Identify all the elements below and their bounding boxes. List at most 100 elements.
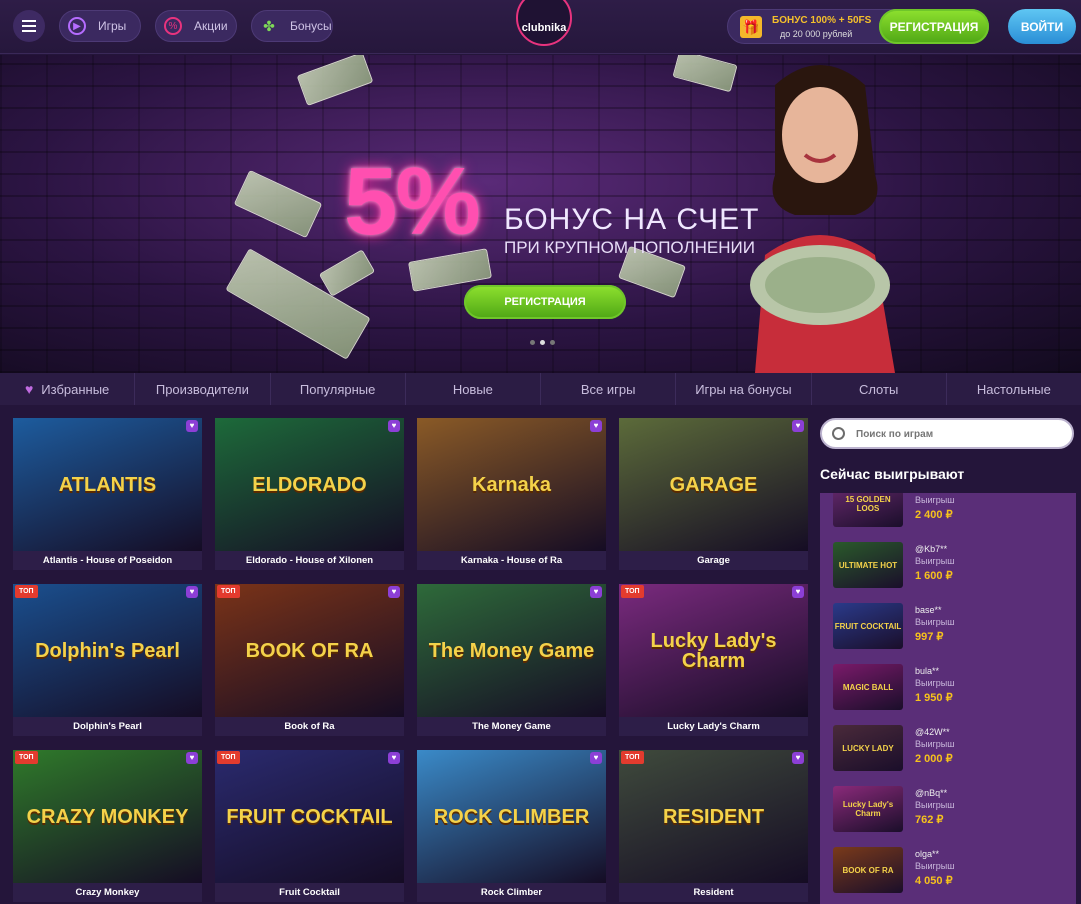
- game-card[interactable]: FRUIT COCKTAIL Fruit Cocktail ♥ ТОП: [215, 750, 404, 902]
- game-art-title: Lucky Lady's Charm: [650, 629, 777, 672]
- game-thumbnail[interactable]: FRUIT COCKTAIL: [215, 750, 404, 883]
- game-title: Fruit Cocktail: [215, 883, 404, 902]
- game-thumbnail[interactable]: The Money Game: [417, 584, 606, 717]
- tab-bonus-games[interactable]: Игры на бонусы: [676, 373, 812, 405]
- winners-list: 15 GOLDEN LOOS Выигрыш 2 400 ₽ ULTIMATE …: [820, 493, 1076, 904]
- winner-game-thumbnail[interactable]: ULTIMATE HOT: [833, 542, 903, 588]
- game-card[interactable]: Dolphin's Pearl Dolphin's Pearl ♥ ТОП: [13, 584, 202, 736]
- game-card[interactable]: CRAZY MONKEY Crazy Monkey ♥ ТОП: [13, 750, 202, 902]
- game-card[interactable]: BOOK OF RA Book of Ra ♥ ТОП: [215, 584, 404, 736]
- game-thumbnail[interactable]: Dolphin's Pearl: [13, 584, 202, 717]
- heart-icon[interactable]: ♥: [590, 420, 602, 432]
- winner-game-art: BOOK OF RA: [842, 865, 894, 875]
- heart-icon[interactable]: ♥: [792, 420, 804, 432]
- top-header: ▶ Игры % Акции ✤ Бонусы clubnika 🎁 БОНУС…: [0, 0, 1081, 54]
- heart-icon[interactable]: ♥: [590, 586, 602, 598]
- heart-icon[interactable]: ♥: [792, 752, 804, 764]
- heart-icon[interactable]: ♥: [388, 752, 400, 764]
- heart-icon[interactable]: ♥: [186, 420, 198, 432]
- sidebar: Сейчас выигрывают 15 GOLDEN LOOS Выигрыш…: [820, 418, 1076, 904]
- winner-game-thumbnail[interactable]: FRUIT COCKTAIL: [833, 603, 903, 649]
- game-card[interactable]: RESIDENT Resident ♥ ТОП: [619, 750, 808, 902]
- nav-games-label: Игры: [98, 19, 127, 33]
- game-card[interactable]: ATLANTIS Atlantis - House of Poseidon ♥: [13, 418, 202, 570]
- game-thumbnail[interactable]: ATLANTIS: [13, 418, 202, 551]
- winner-item[interactable]: ULTIMATE HOT @Kb7** Выигрыш 1 600 ₽: [833, 542, 1063, 590]
- banner-percent: 5%: [344, 148, 481, 255]
- heart-icon[interactable]: ♥: [388, 586, 400, 598]
- nav-games-button[interactable]: ▶ Игры: [59, 10, 141, 42]
- winner-item[interactable]: Lucky Lady's Charm @nBq** Выигрыш 762 ₽: [833, 786, 1063, 834]
- hamburger-icon[interactable]: [13, 10, 45, 42]
- winner-game-thumbnail[interactable]: Lucky Lady's Charm: [833, 786, 903, 832]
- top-badge: ТОП: [621, 585, 644, 598]
- tab-popular[interactable]: Популярные: [271, 373, 406, 405]
- winner-amount: 4 050 ₽: [915, 875, 953, 887]
- game-card[interactable]: The Money Game The Money Game ♥: [417, 584, 606, 736]
- game-card[interactable]: GARAGE Garage ♥: [619, 418, 808, 570]
- percent-icon: %: [164, 17, 182, 35]
- carousel-dot-active[interactable]: [540, 340, 545, 345]
- game-thumbnail[interactable]: ROCK CLIMBER: [417, 750, 606, 883]
- banner-register-button[interactable]: РЕГИСТРАЦИЯ: [464, 285, 626, 319]
- logo-ring: clubnika: [516, 0, 572, 46]
- search-icon: [832, 427, 845, 440]
- game-thumbnail[interactable]: ELDORADO: [215, 418, 404, 551]
- banner-headline: БОНУС НА СЧЕТ: [504, 203, 760, 236]
- winner-item[interactable]: BOOK OF RA olga** Выигрыш 4 050 ₽: [833, 847, 1063, 895]
- bonus-offer-line2: до 20 000 рублей: [780, 29, 853, 39]
- game-card[interactable]: ROCK CLIMBER Rock Climber ♥: [417, 750, 606, 902]
- game-card[interactable]: Lucky Lady's Charm Lucky Lady's Charm ♥ Т…: [619, 584, 808, 736]
- game-thumbnail[interactable]: Karnaka: [417, 418, 606, 551]
- tab-favorites[interactable]: ♥ Избранные: [0, 373, 136, 405]
- search-input[interactable]: [856, 426, 1056, 442]
- tab-all-games[interactable]: Все игры: [541, 373, 677, 405]
- heart-icon[interactable]: ♥: [186, 586, 198, 598]
- heart-icon[interactable]: ♥: [186, 752, 198, 764]
- nav-bonus-label: Бонусы: [290, 19, 332, 33]
- winner-game-thumbnail[interactable]: 15 GOLDEN LOOS: [833, 493, 903, 527]
- carousel-dot[interactable]: [530, 340, 535, 345]
- game-thumbnail[interactable]: RESIDENT: [619, 750, 808, 883]
- winner-win-label: Выигрыш: [915, 617, 955, 627]
- winner-item[interactable]: MAGIC BALL bula** Выигрыш 1 950 ₽: [833, 664, 1063, 712]
- clubnika-logo[interactable]: clubnika: [508, 0, 580, 54]
- winner-game-thumbnail[interactable]: BOOK OF RA: [833, 847, 903, 893]
- tab-slots[interactable]: Слоты: [812, 373, 947, 405]
- winner-amount: 1 600 ₽: [915, 570, 953, 582]
- tab-providers[interactable]: Производители: [135, 373, 271, 405]
- carousel-dot[interactable]: [550, 340, 555, 345]
- heart-icon[interactable]: ♥: [792, 586, 804, 598]
- winner-item[interactable]: LUCKY LADY @42W** Выигрыш 2 000 ₽: [833, 725, 1063, 773]
- heart-icon[interactable]: ♥: [388, 420, 400, 432]
- winner-name: @42W**: [915, 727, 950, 737]
- search-box[interactable]: [820, 418, 1074, 449]
- nav-bonus-button[interactable]: ✤ Бонусы: [251, 10, 333, 42]
- game-card[interactable]: Karnaka Karnaka - House of Ra ♥: [417, 418, 606, 570]
- game-title: Dolphin's Pearl: [13, 717, 202, 736]
- game-title: Atlantis - House of Poseidon: [13, 551, 202, 570]
- tab-table-games[interactable]: Настольные: [947, 373, 1081, 405]
- winner-game-thumbnail[interactable]: LUCKY LADY: [833, 725, 903, 771]
- winner-item[interactable]: 15 GOLDEN LOOS Выигрыш 2 400 ₽: [833, 493, 1063, 529]
- winner-win-label: Выигрыш: [915, 495, 955, 505]
- winner-item[interactable]: FRUIT COCKTAIL base** Выигрыш 997 ₽: [833, 603, 1063, 651]
- winner-win-label: Выигрыш: [915, 556, 955, 566]
- winner-name: @nBq**: [915, 788, 948, 798]
- game-thumbnail[interactable]: CRAZY MONKEY: [13, 750, 202, 883]
- heart-icon: ♥: [24, 381, 34, 397]
- game-art-title: RESIDENT: [662, 805, 765, 828]
- nav-promo-button[interactable]: % Акции: [155, 10, 237, 42]
- heart-icon[interactable]: ♥: [590, 752, 602, 764]
- winner-win-label: Выигрыш: [915, 678, 955, 688]
- game-thumbnail[interactable]: GARAGE: [619, 418, 808, 551]
- game-thumbnail[interactable]: BOOK OF RA: [215, 584, 404, 717]
- tab-new[interactable]: Новые: [406, 373, 541, 405]
- winner-game-thumbnail[interactable]: MAGIC BALL: [833, 664, 903, 710]
- game-card[interactable]: ELDORADO Eldorado - House of Xilonen ♥: [215, 418, 404, 570]
- game-title: Eldorado - House of Xilonen: [215, 551, 404, 570]
- register-button[interactable]: РЕГИСТРАЦИЯ: [879, 9, 989, 44]
- promo-banner[interactable]: 5% БОНУС НА СЧЕТ ПРИ КРУПНОМ ПОПОЛНЕНИИ …: [0, 55, 1081, 373]
- game-thumbnail[interactable]: Lucky Lady's Charm: [619, 584, 808, 717]
- login-button[interactable]: ВОЙТИ: [1008, 9, 1076, 44]
